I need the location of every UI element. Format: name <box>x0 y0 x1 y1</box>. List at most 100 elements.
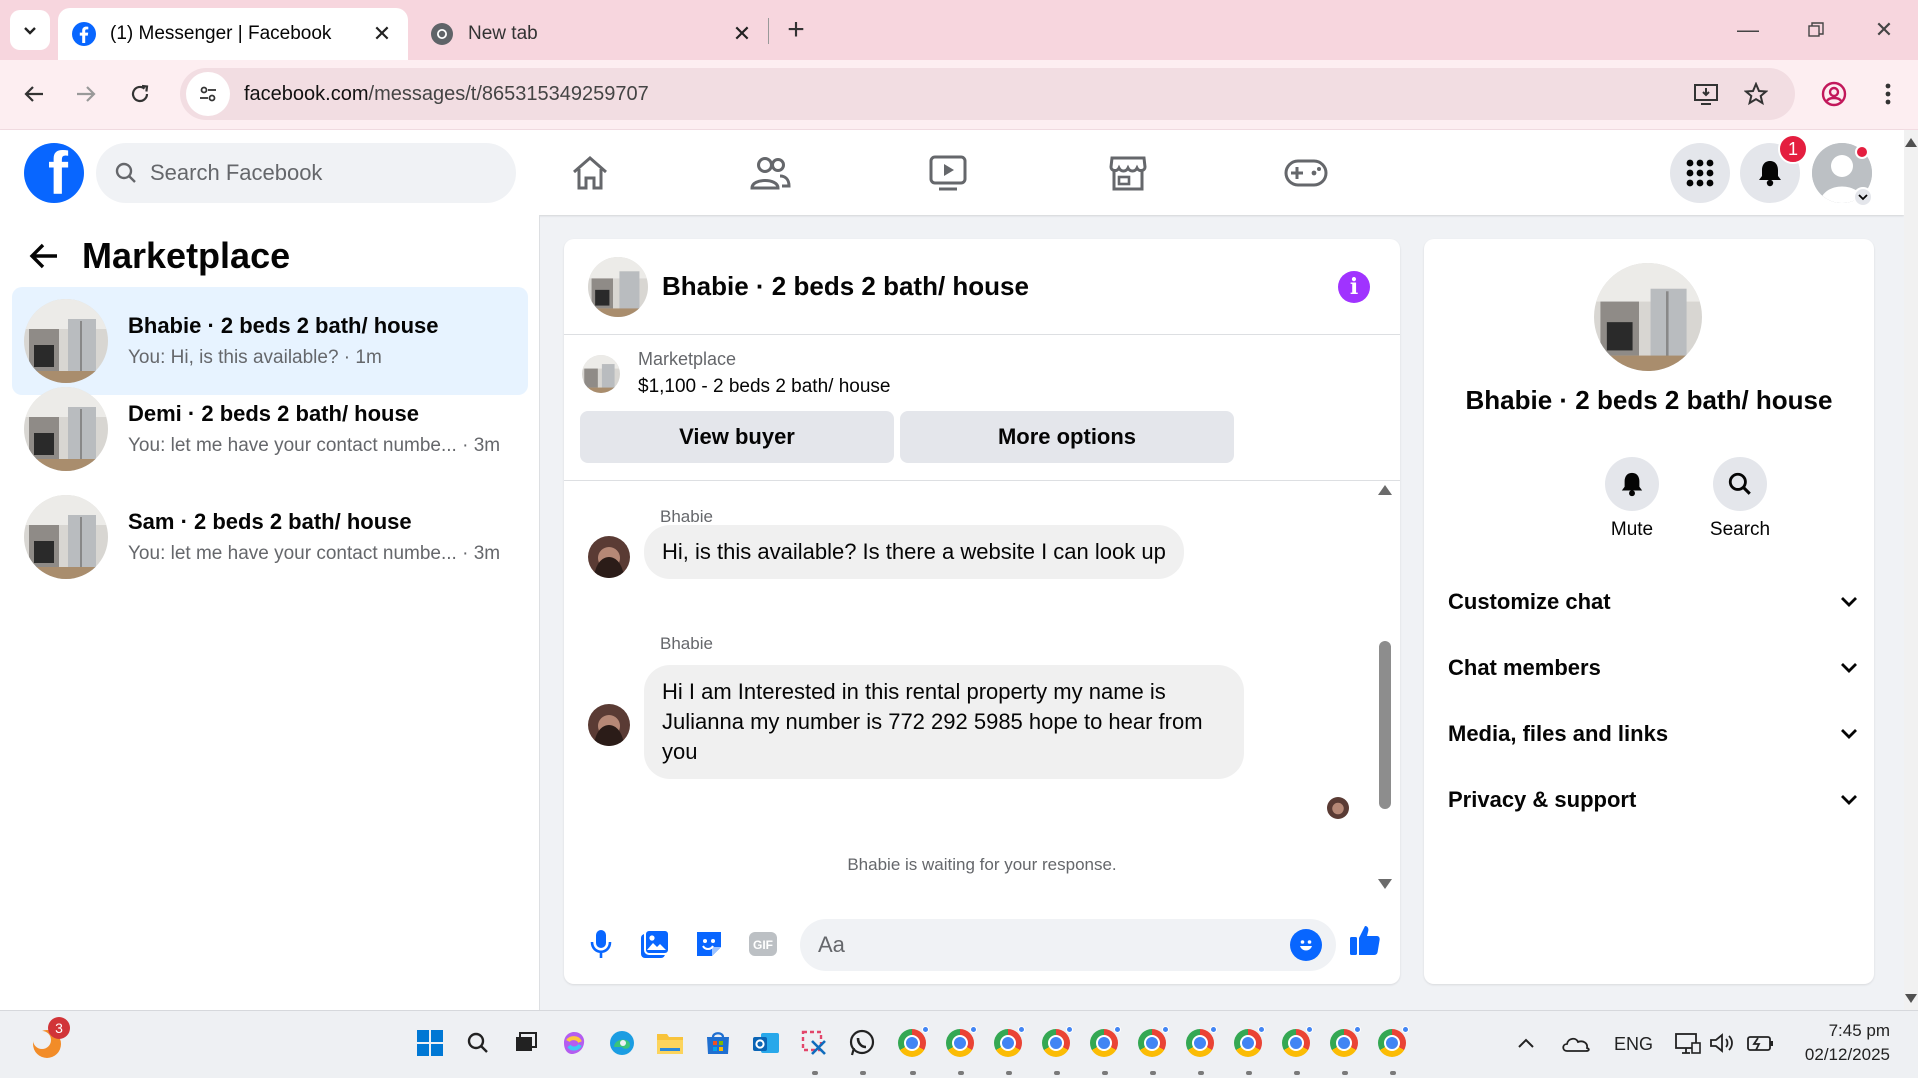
start-button[interactable] <box>412 1025 448 1061</box>
section-customize-chat[interactable]: Customize chat <box>1448 577 1858 627</box>
system-clock[interactable]: 7:45 pm 02/12/2025 <box>1780 1019 1890 1067</box>
chrome-window-9[interactable] <box>1278 1025 1314 1061</box>
more-options-button[interactable]: More options <box>900 411 1234 463</box>
page-scroll-down-arrow[interactable] <box>1905 994 1917 1003</box>
browser-menu-button[interactable] <box>1868 74 1908 114</box>
address-bar[interactable]: facebook.com/messages/t/865315349259707 <box>180 68 1795 120</box>
profile-button[interactable] <box>1814 74 1854 114</box>
site-info-icon[interactable] <box>186 72 230 116</box>
mute-button[interactable]: Mute <box>1592 457 1672 541</box>
nav-marketplace[interactable] <box>1088 138 1168 208</box>
chrome-window-4[interactable] <box>1038 1025 1074 1061</box>
bell-icon <box>1621 472 1643 497</box>
tab-new-tab[interactable]: New tab ✕ <box>416 8 768 60</box>
section-privacy-support[interactable]: Privacy & support <box>1448 775 1858 825</box>
chrome-window-2[interactable] <box>942 1025 978 1061</box>
copilot-icon[interactable] <box>556 1025 592 1061</box>
emoji-icon[interactable] <box>1290 929 1322 961</box>
nav-watch[interactable] <box>908 138 988 208</box>
volume-icon[interactable] <box>1704 1025 1740 1061</box>
close-tab-icon[interactable]: ✕ <box>370 21 394 47</box>
chat-avatar[interactable] <box>588 256 648 317</box>
watch-icon <box>929 155 967 191</box>
conversation-item[interactable]: Sam · 2 beds 2 bath/ house You: let me h… <box>12 483 528 591</box>
language-indicator[interactable]: ENG <box>1614 1034 1653 1055</box>
taskbar-search-icon[interactable] <box>460 1025 496 1061</box>
chrome-window-6[interactable] <box>1134 1025 1170 1061</box>
nav-friends[interactable] <box>730 138 810 208</box>
outlook-icon[interactable] <box>748 1025 784 1061</box>
message-bubble[interactable]: Hi I am Interested in this rental proper… <box>644 665 1244 779</box>
account-chevron-icon[interactable] <box>1853 187 1873 207</box>
scroll-down-arrow[interactable] <box>1378 879 1392 889</box>
details-avatar[interactable] <box>1594 263 1702 371</box>
message-input[interactable]: Aa <box>800 919 1336 971</box>
section-chat-members[interactable]: Chat members <box>1448 643 1858 693</box>
menu-button[interactable] <box>1670 143 1730 203</box>
nav-home[interactable] <box>550 138 630 208</box>
tab-messenger[interactable]: (1) Messenger | Facebook ✕ <box>58 8 408 60</box>
onedrive-icon[interactable] <box>1558 1025 1594 1061</box>
chrome-window-7[interactable] <box>1182 1025 1218 1061</box>
reload-button[interactable] <box>120 74 160 114</box>
forward-button[interactable] <box>66 74 106 114</box>
facebook-logo[interactable]: f <box>24 143 84 203</box>
arrow-right-icon <box>77 86 96 102</box>
snipping-tool-icon[interactable] <box>796 1025 832 1061</box>
view-buyer-button[interactable]: View buyer <box>580 411 894 463</box>
gif-icon[interactable]: GIF <box>746 927 780 961</box>
back-button[interactable] <box>14 74 54 114</box>
page-scrollbar[interactable] <box>1904 130 1918 1010</box>
sender-avatar[interactable] <box>588 536 630 578</box>
chevron-up-icon <box>1518 1038 1534 1048</box>
new-tab-button[interactable]: + <box>780 12 812 48</box>
photo-icon[interactable] <box>638 927 672 961</box>
bookmark-star-icon[interactable] <box>1740 80 1772 108</box>
battery-icon[interactable] <box>1742 1025 1778 1061</box>
store-icon[interactable] <box>700 1025 736 1061</box>
chat-title[interactable]: Bhabie · 2 beds 2 bath/ house <box>662 271 1029 302</box>
sticker-icon[interactable] <box>692 927 726 961</box>
message-bubble[interactable]: Hi, is this available? Is there a websit… <box>644 525 1184 579</box>
microphone-icon[interactable] <box>584 927 618 961</box>
chrome-window-3[interactable] <box>990 1025 1026 1061</box>
message-sender: Bhabie <box>660 507 713 526</box>
thumbs-up-icon[interactable] <box>1348 923 1382 957</box>
page-scroll-up-arrow[interactable] <box>1905 138 1917 147</box>
facebook-search-input[interactable]: Search Facebook <box>96 143 516 203</box>
browser-tab-strip: (1) Messenger | Facebook ✕ New tab ✕ + —… <box>0 0 1918 60</box>
search-in-chat-button[interactable]: Search <box>1700 457 1780 541</box>
nav-gaming[interactable] <box>1266 138 1346 208</box>
chrome-window-5[interactable] <box>1086 1025 1122 1061</box>
chrome-window-8[interactable] <box>1230 1025 1266 1061</box>
chrome-window-1[interactable] <box>894 1025 930 1061</box>
conversation-item[interactable]: Demi · 2 beds 2 bath/ house You: let me … <box>12 375 528 483</box>
install-app-icon[interactable] <box>1690 80 1722 108</box>
tab-title: (1) Messenger | Facebook <box>110 23 332 44</box>
info-icon[interactable]: i <box>1338 271 1370 303</box>
edge-icon[interactable] <box>604 1025 640 1061</box>
network-icon[interactable] <box>1670 1025 1706 1061</box>
minimize-button[interactable]: — <box>1718 10 1778 50</box>
facebook-favicon-icon <box>72 22 96 46</box>
divider <box>564 480 1400 481</box>
chrome-window-11[interactable] <box>1374 1025 1410 1061</box>
scroll-up-arrow[interactable] <box>1378 485 1392 495</box>
whatsapp-icon[interactable] <box>844 1025 880 1061</box>
close-tab-icon[interactable]: ✕ <box>730 21 754 47</box>
chrome-window-10[interactable] <box>1326 1025 1362 1061</box>
back-arrow-icon[interactable] <box>28 241 60 271</box>
section-media-files-links[interactable]: Media, files and links <box>1448 709 1858 759</box>
chat-window: Bhabie · 2 beds 2 bath/ house i Marketpl… <box>564 239 1400 984</box>
search-icon <box>115 162 136 183</box>
tab-search-button[interactable] <box>10 10 50 50</box>
running-indicator <box>812 1071 818 1075</box>
file-explorer-icon[interactable] <box>652 1025 688 1061</box>
sender-avatar[interactable] <box>588 704 630 746</box>
close-window-button[interactable]: ✕ <box>1854 10 1914 50</box>
show-hidden-icons[interactable] <box>1508 1025 1544 1061</box>
restore-button[interactable] <box>1786 10 1846 50</box>
message-scrollbar[interactable] <box>1379 641 1391 809</box>
marketplace-listing[interactable]: Marketplace $1,100 - 2 beds 2 bath/ hous… <box>582 349 890 398</box>
task-view-icon[interactable] <box>508 1025 544 1061</box>
